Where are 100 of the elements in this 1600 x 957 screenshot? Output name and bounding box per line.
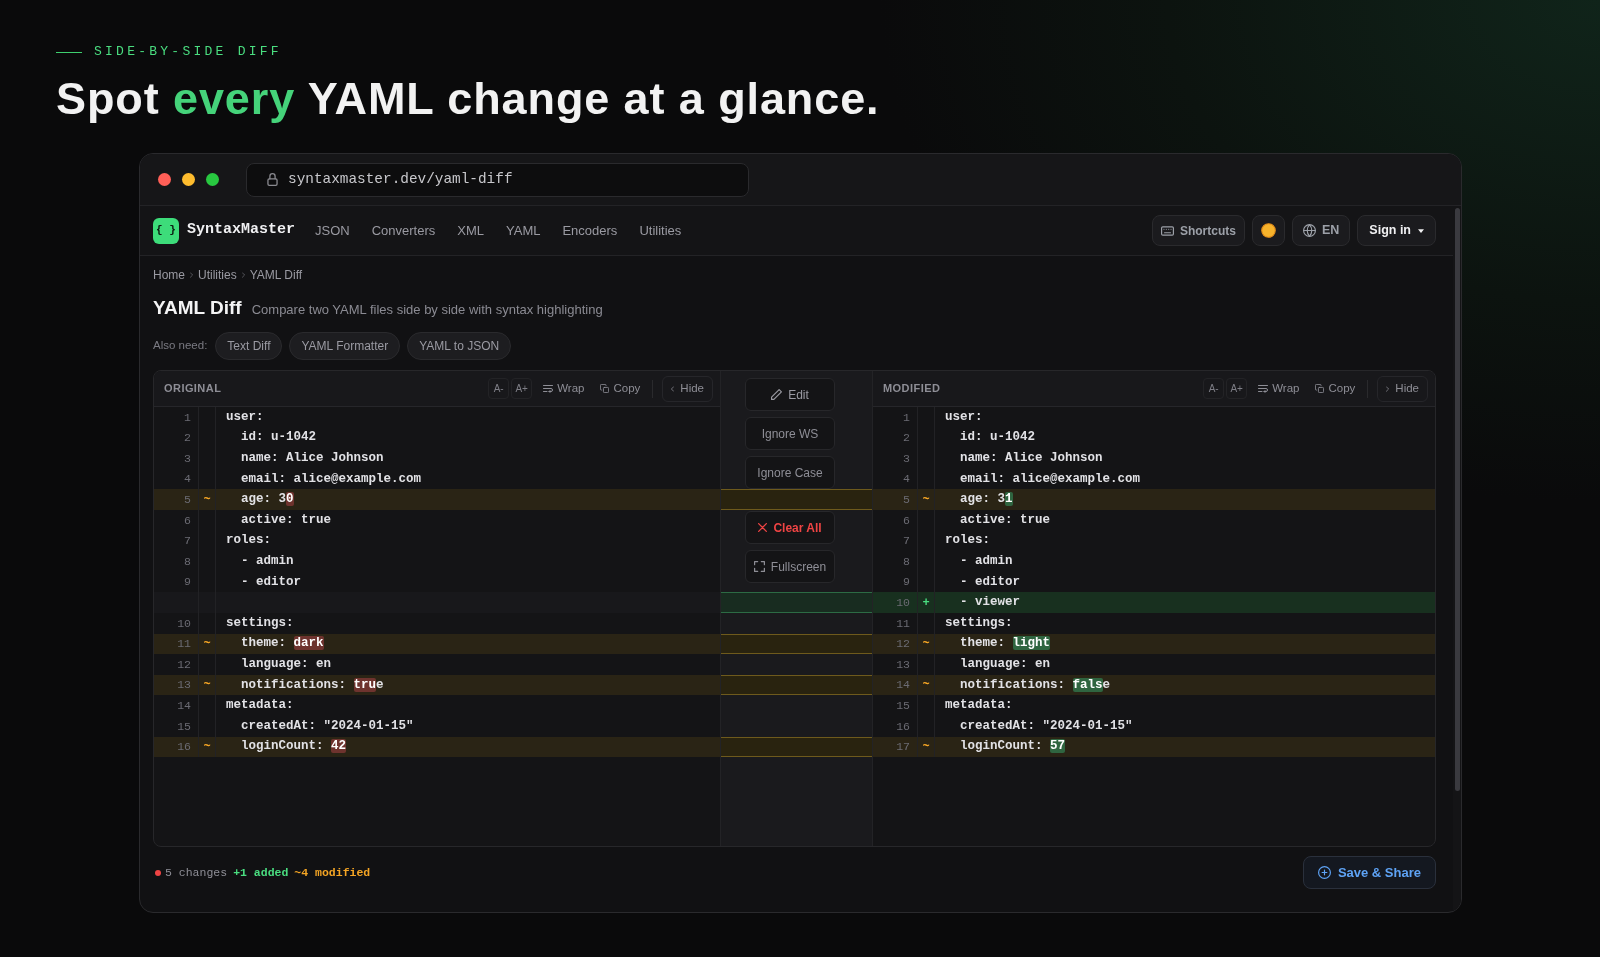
nav-link[interactable]: XML [457,220,484,241]
code-line: user: [226,408,264,426]
chevron-icon [1386,385,1390,392]
code-line: - viewer [959,594,1020,612]
toggle-button[interactable]: Ignore Case [745,456,835,489]
line-number: 4 [184,471,191,488]
nav-link[interactable]: Utilities [639,220,682,241]
chevron-icon [190,272,193,278]
decrease-font-button[interactable]: A- [1203,378,1225,399]
lock-icon [267,173,278,186]
change-summary: ~4 modified [294,864,371,881]
fullscreen-button[interactable]: Fullscreen [745,550,835,583]
change-marker: ~ [922,635,930,653]
copy-icon [1315,384,1325,393]
code-line: loginCount: 57 [959,738,1066,756]
code-line: createdAt: "2024-01-15" [959,717,1133,735]
code-line: age: 31 [959,491,1013,509]
brand-name: SyntaxMaster [187,220,296,241]
hide-pane-button[interactable]: Hide [1377,375,1428,402]
logo: { } [153,217,179,244]
copy-icon [600,384,610,393]
code-line: - admin [240,552,294,570]
nav-link[interactable]: JSON [315,220,350,241]
headline: Spot every YAML change at a glance. [56,74,880,124]
related-label: Also need: [153,338,208,354]
nav-link[interactable]: YAML [506,220,541,241]
code-line: notifications: false [959,676,1111,694]
page-subtitle: Compare two YAML files side by side with syntax highlighting [251,301,603,319]
url-text: syntaxmaster.dev/yaml-diff [288,169,513,189]
code-line: metadata: [226,697,294,715]
nav-link[interactable]: Encoders [562,220,618,241]
line-number: 5 [903,492,910,509]
code-line: name: Alice Johnson [959,450,1103,467]
line-number: 12 [177,656,191,673]
change-summary: +1 added [233,864,289,881]
copy-button[interactable]: Copy [600,379,641,398]
line-number: 14 [177,698,191,714]
line-number: 10 [177,615,191,632]
line-number: 3 [184,450,191,467]
line-number: 16 [896,718,910,735]
caret-icon [1418,228,1424,233]
line-number: 8 [184,553,191,570]
shortcuts-button[interactable]: Shortcuts [1151,215,1245,246]
pencil-icon [771,389,783,400]
line-number: 14 [896,677,910,694]
code-line: id: u-1042 [959,429,1035,447]
change-marker: ~ [203,635,211,653]
line-number: 11 [177,636,191,653]
close-icon [758,523,768,532]
increase-font-button[interactable]: A+ [1226,378,1248,399]
language-button[interactable]: EN [1291,215,1351,246]
theme-toggle-button[interactable] [1251,215,1285,246]
breadcrumb-link[interactable]: Utilities [198,267,237,283]
line-number: 13 [177,677,191,694]
wrap-icon [543,384,554,393]
breadcrumb-link[interactable]: YAML Diff [249,267,303,283]
line-number: 1 [903,409,910,426]
line-number: 3 [903,450,910,467]
related-tool-link[interactable]: YAML to JSON [407,332,512,360]
clear-all-button[interactable]: Clear All [745,511,835,544]
code-line: roles: [226,532,271,550]
code-line: language: en [240,655,332,673]
line-number: 6 [903,512,910,529]
breadcrumb-link[interactable]: Home [153,267,185,283]
edit-button[interactable]: Edit [745,378,835,411]
close-window-icon[interactable] [158,173,171,186]
page-title: YAML Diff [153,296,242,320]
eyebrow: SIDE-BY-SIDE DIFF [94,43,282,61]
line-number: 13 [896,656,910,673]
minimize-window-icon[interactable] [182,173,195,186]
change-summary: 5 changes [165,864,228,881]
chevron-icon [241,272,245,278]
code-line: active: true [240,511,332,529]
code-line: createdAt: "2024-01-15" [240,717,414,735]
change-marker: ~ [203,491,211,509]
code-line: settings: [226,614,294,632]
wrap-button[interactable]: Wrap [543,379,585,398]
related-tool-link[interactable]: YAML Formatter [289,332,401,360]
address-bar[interactable]: syntaxmaster.dev/yaml-diff [246,162,749,197]
line-number: 9 [184,574,191,591]
maximize-window-icon[interactable] [206,173,219,186]
line-number: 8 [903,553,910,570]
decrease-font-button[interactable]: A- [488,378,510,399]
wrap-icon [1258,384,1269,393]
code-line: notifications: true [240,676,384,694]
toggle-button[interactable]: Ignore WS [745,417,835,450]
line-number: 16 [177,739,191,756]
line-number: 1 [184,409,191,426]
nav-link[interactable]: Converters [371,220,436,241]
related-tool-link[interactable]: Text Diff [215,332,283,360]
increase-font-button[interactable]: A+ [511,378,533,399]
change-marker: ~ [203,677,211,694]
wrap-button[interactable]: Wrap [1258,379,1300,398]
sign-in-button[interactable]: Sign in [1357,215,1436,246]
copy-button[interactable]: Copy [1315,379,1356,398]
scrollbar-thumb[interactable] [1454,208,1460,791]
line-number: 7 [184,533,191,550]
line-number: 10 [896,595,910,611]
save-share-button[interactable]: Save & Share [1302,856,1436,889]
hide-pane-button[interactable]: Hide [662,375,713,402]
